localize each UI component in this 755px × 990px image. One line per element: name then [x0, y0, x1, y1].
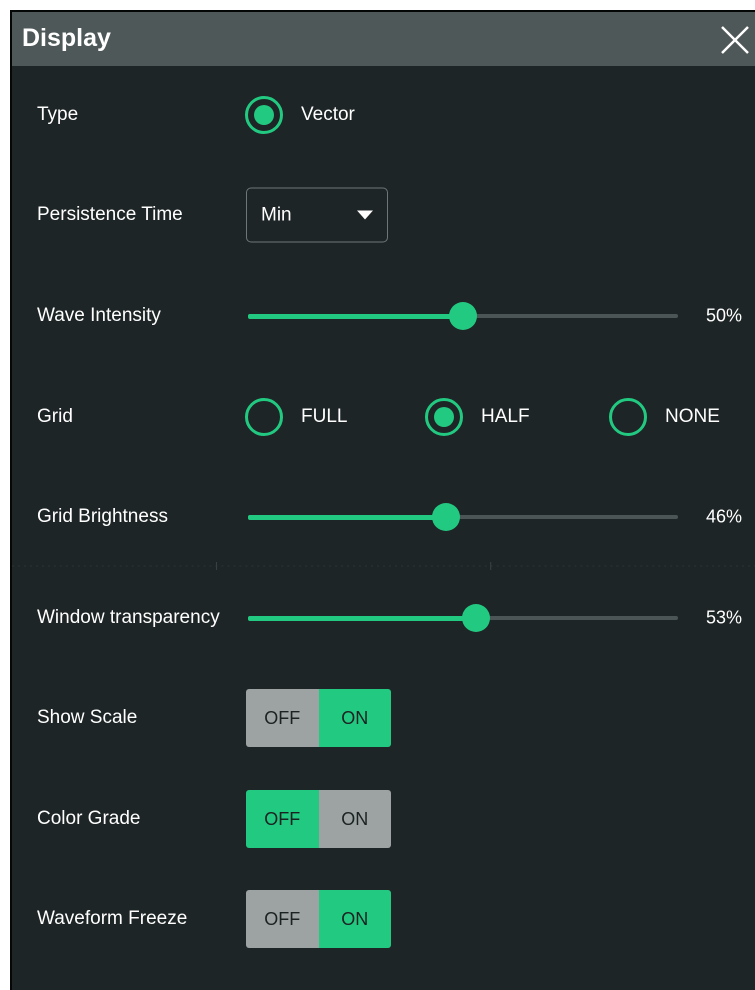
- grid-row: Grid FULL HALF NONE: [12, 387, 755, 447]
- wave-intensity-slider[interactable]: [248, 301, 678, 331]
- color-grade-toggle[interactable]: OFF ON: [246, 790, 391, 848]
- radio-ring: [425, 398, 463, 436]
- slider-knob[interactable]: [449, 302, 477, 330]
- show-scale-toggle[interactable]: OFF ON: [246, 689, 391, 747]
- radio-grid-none[interactable]: NONE: [609, 398, 720, 436]
- radio-grid-full-label: FULL: [301, 406, 348, 427]
- wave-intensity-row: Wave Intensity 50%: [12, 286, 755, 346]
- slider-knob[interactable]: [461, 604, 490, 632]
- type-label: Type: [37, 104, 79, 125]
- toggle-on-segment[interactable]: ON: [318, 790, 391, 848]
- radio-dot: [254, 105, 274, 125]
- grid-label: Grid: [37, 406, 73, 427]
- waveform-freeze-row: Waveform Freeze OFF ON: [12, 889, 755, 949]
- grid-brightness-value: 46%: [705, 506, 742, 527]
- radio-vector-label: Vector: [301, 104, 355, 125]
- grid-brightness-slider[interactable]: [248, 502, 678, 532]
- persistence-label: Persistence Time: [37, 204, 183, 225]
- slider-fill: [248, 515, 446, 520]
- radio-grid-half[interactable]: HALF: [425, 398, 530, 436]
- wave-intensity-label: Wave Intensity: [37, 305, 161, 326]
- grid-brightness-label: Grid Brightness: [37, 506, 168, 527]
- type-row: Type Vector: [12, 85, 755, 145]
- color-grade-label: Color Grade: [37, 808, 141, 829]
- window-transparency-value: 53%: [705, 607, 742, 628]
- persistence-value: Min: [261, 204, 292, 225]
- caret-down-icon: [357, 210, 373, 220]
- window-transparency-label: Window transparency: [37, 607, 220, 628]
- waveform-freeze-toggle[interactable]: OFF ON: [246, 890, 391, 948]
- radio-grid-full[interactable]: FULL: [245, 398, 347, 436]
- radio-vector[interactable]: Vector: [245, 96, 355, 134]
- toggle-off-segment[interactable]: OFF: [246, 890, 319, 948]
- show-scale-label: Show Scale: [37, 707, 138, 728]
- toggle-on-segment[interactable]: ON: [318, 890, 391, 948]
- dialog-title: Display: [22, 24, 111, 52]
- wave-intensity-value: 50%: [705, 305, 742, 326]
- close-icon[interactable]: [717, 22, 753, 58]
- window-transparency-row: Window transparency 53%: [12, 588, 755, 648]
- color-grade-row: Color Grade OFF ON: [12, 789, 755, 849]
- grid-brightness-row: Grid Brightness 46%: [12, 487, 755, 547]
- window-transparency-slider[interactable]: [248, 603, 678, 633]
- display-dialog: Display Type Vector Persistence Time Min: [10, 10, 755, 990]
- dialog-titlebar: Display: [12, 12, 755, 66]
- radio-grid-half-label: HALF: [481, 406, 530, 427]
- waveform-freeze-label: Waveform Freeze: [37, 908, 188, 929]
- show-scale-row: Show Scale OFF ON: [12, 688, 755, 748]
- background-grid-line: [12, 562, 755, 570]
- radio-ring: [609, 398, 647, 436]
- persistence-dropdown[interactable]: Min: [246, 187, 388, 243]
- slider-knob[interactable]: [431, 503, 460, 531]
- radio-ring: [245, 398, 283, 436]
- slider-fill: [248, 616, 476, 621]
- toggle-off-segment[interactable]: OFF: [246, 689, 319, 747]
- radio-grid-none-label: NONE: [665, 406, 720, 427]
- radio-ring: [245, 96, 283, 134]
- slider-fill: [248, 314, 463, 319]
- radio-dot: [434, 407, 454, 427]
- persistence-row: Persistence Time Min: [12, 185, 755, 245]
- toggle-off-segment[interactable]: OFF: [246, 790, 319, 848]
- toggle-on-segment[interactable]: ON: [318, 689, 391, 747]
